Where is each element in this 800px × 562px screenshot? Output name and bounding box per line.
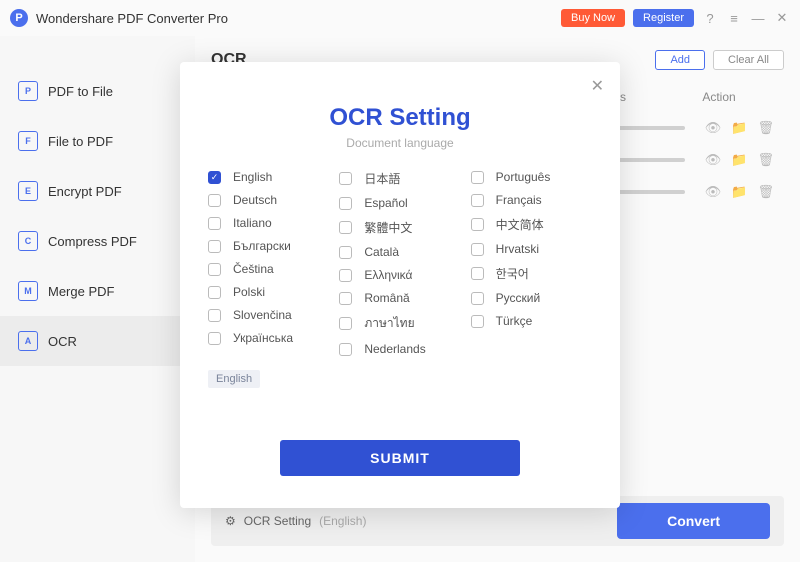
- checkbox[interactable]: [339, 292, 352, 305]
- selected-language-tag[interactable]: English: [208, 370, 260, 388]
- language-label: Italiano: [233, 216, 272, 230]
- modal-close-button[interactable]: ✕: [591, 76, 604, 96]
- language-label: Български: [233, 239, 291, 253]
- modal-title: OCR Setting: [208, 104, 592, 132]
- ocr-setting-modal: ✕ OCR Setting Document language ✓ English…: [180, 62, 620, 508]
- checkbox[interactable]: [208, 286, 221, 299]
- language-label: Русский: [496, 291, 541, 305]
- language-option[interactable]: Español: [339, 196, 460, 210]
- language-option[interactable]: Polski: [208, 285, 329, 299]
- language-label: Português: [496, 170, 551, 184]
- modal-subtitle: Document language: [208, 136, 592, 150]
- language-label: 日本語: [364, 170, 400, 187]
- language-label: Català: [364, 245, 399, 259]
- language-label: Українська: [233, 331, 293, 345]
- checkbox[interactable]: [208, 309, 221, 322]
- checkbox[interactable]: [208, 240, 221, 253]
- language-option[interactable]: Ελληνικά: [339, 268, 460, 282]
- language-grid: ✓ English Deutsch Italiano Български Čeština P…: [208, 170, 592, 356]
- checkbox[interactable]: [339, 197, 352, 210]
- language-option[interactable]: Türkçe: [471, 314, 592, 328]
- checkbox[interactable]: [471, 171, 484, 184]
- checkbox[interactable]: ✓: [208, 171, 221, 184]
- checkbox[interactable]: [471, 315, 484, 328]
- checkbox[interactable]: [339, 269, 352, 282]
- language-label: Hrvatski: [496, 242, 539, 256]
- checkbox[interactable]: [208, 263, 221, 276]
- checkbox[interactable]: [339, 172, 352, 185]
- language-label: 中文简体: [496, 216, 544, 233]
- language-label: Slovenčina: [233, 308, 292, 322]
- language-option[interactable]: Català: [339, 245, 460, 259]
- checkbox[interactable]: [339, 343, 352, 356]
- checkbox[interactable]: [339, 317, 352, 330]
- language-option[interactable]: Čeština: [208, 262, 329, 276]
- checkbox[interactable]: [471, 243, 484, 256]
- language-option[interactable]: Nederlands: [339, 342, 460, 356]
- language-option[interactable]: Русский: [471, 291, 592, 305]
- language-option[interactable]: Slovenčina: [208, 308, 329, 322]
- checkbox[interactable]: [208, 332, 221, 345]
- submit-button[interactable]: SUBMIT: [280, 440, 520, 476]
- language-label: Čeština: [233, 262, 274, 276]
- language-label: Español: [364, 196, 407, 210]
- language-label: Română: [364, 291, 409, 305]
- checkbox[interactable]: [339, 221, 352, 234]
- language-option[interactable]: Українська: [208, 331, 329, 345]
- language-option[interactable]: 日本語: [339, 170, 460, 187]
- language-option[interactable]: 中文简体: [471, 216, 592, 233]
- checkbox[interactable]: [471, 194, 484, 207]
- language-option[interactable]: Hrvatski: [471, 242, 592, 256]
- language-option[interactable]: 繁體中文: [339, 219, 460, 236]
- language-option[interactable]: Deutsch: [208, 193, 329, 207]
- language-label: Türkçe: [496, 314, 533, 328]
- language-option[interactable]: Português: [471, 170, 592, 184]
- language-label: 繁體中文: [364, 219, 412, 236]
- language-label: Polski: [233, 285, 265, 299]
- checkbox[interactable]: [208, 217, 221, 230]
- language-label: English: [233, 170, 272, 184]
- language-option[interactable]: Български: [208, 239, 329, 253]
- language-option[interactable]: Italiano: [208, 216, 329, 230]
- language-label: Français: [496, 193, 542, 207]
- language-option[interactable]: ✓ English: [208, 170, 329, 184]
- language-label: Ελληνικά: [364, 268, 412, 282]
- checkbox[interactable]: [471, 218, 484, 231]
- checkbox[interactable]: [471, 267, 484, 280]
- language-option[interactable]: ภาษาไทย: [339, 314, 460, 333]
- checkbox[interactable]: [208, 194, 221, 207]
- checkbox[interactable]: [471, 292, 484, 305]
- language-option[interactable]: 한국어: [471, 265, 592, 282]
- language-label: 한국어: [496, 265, 529, 282]
- language-label: ภาษาไทย: [364, 314, 414, 333]
- language-label: Nederlands: [364, 342, 425, 356]
- language-option[interactable]: Français: [471, 193, 592, 207]
- language-option[interactable]: Română: [339, 291, 460, 305]
- language-label: Deutsch: [233, 193, 277, 207]
- checkbox[interactable]: [339, 246, 352, 259]
